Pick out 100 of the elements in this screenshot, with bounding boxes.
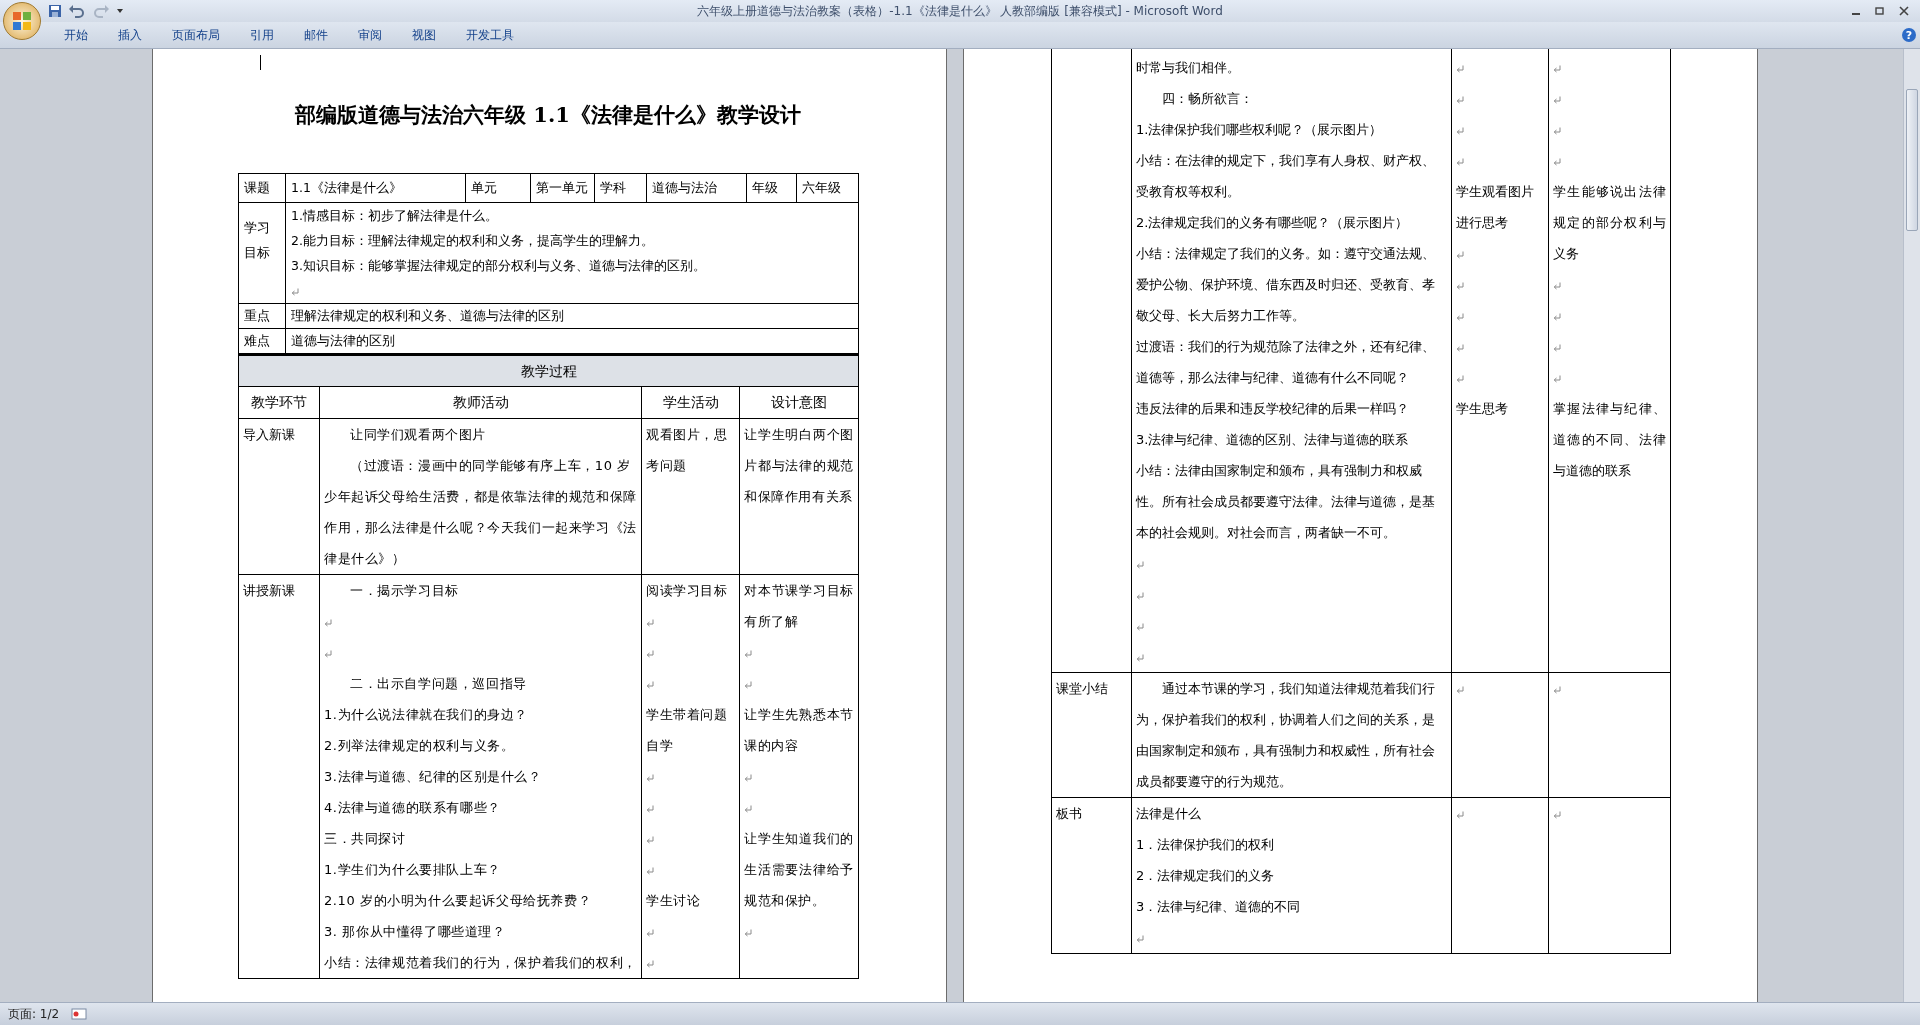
paragraph-mark-icon [1136, 560, 1144, 569]
student-activity-text: 学生讨论 [646, 892, 702, 910]
paragraph-mark-icon [1553, 64, 1561, 73]
page-count: 页面: 1/2 [8, 1005, 60, 1023]
teacher-activity-text: 小结：法律由国家制定和颁布，具有强制力和权威性。所有社会成员都要遵守法律。法律与道德，是基本的社会规则。对社会而言，两者缺一不可。 [1136, 462, 1436, 542]
teacher-activity-text: 过渡语：我们的行为规范除了法律之外，还有纪律、道德等，那么法律与纪律、道德有什么不同呢？ [1136, 338, 1436, 387]
paragraph-mark-icon [1553, 281, 1561, 290]
paragraph-mark-icon [646, 680, 654, 689]
section-header: 教学过程 [238, 355, 859, 387]
stage-label: 板书 [1056, 806, 1082, 821]
design-intent-text: 让学生知道我们的生活需要法律给予规范和保护。 [744, 830, 854, 910]
window-title: 六年级上册道德与法治教案（表格）-1.1《法律是什么》 人教部编版 [兼容模式] - Microsoft Word [697, 2, 1223, 20]
table-cell-text: 课题 [244, 180, 270, 195]
paragraph-mark-icon [1553, 374, 1561, 383]
teacher-activity-text: 法律是什么 [1136, 805, 1202, 823]
paragraph-mark-icon [1553, 95, 1561, 104]
paragraph-mark-icon [744, 649, 752, 658]
teacher-activity-text: 四：畅所欲言： [1161, 90, 1254, 108]
table-cell-text: 年级 [752, 180, 778, 195]
paragraph-mark-icon [744, 928, 752, 937]
stage-label: 课堂小结 [1056, 681, 1108, 696]
teacher-activity-text: 违反法律的后果和违反学校纪律的后果一样吗？ [1136, 400, 1410, 418]
teacher-activity-text: 2.10 岁的小明为什么要起诉父母给抚养费？ [324, 892, 593, 910]
column-header: 学生活动 [662, 394, 719, 410]
table-cell-text: 第一单元 [536, 180, 588, 195]
paragraph-mark-icon [646, 773, 654, 782]
teacher-activity-text: 2.法律规定我们的义务有哪些呢？（展示图片） [1136, 214, 1410, 232]
teacher-activity-text: 让同学们观看两个图片 [349, 426, 487, 444]
student-activity-text: 阅读学习目标 [646, 582, 729, 600]
objective-text: 2.能力目标：理解法律规定的权利和义务，提高学生的理解力。 [291, 232, 655, 250]
student-activity-text: 学生观看图片进行思考 [1456, 183, 1535, 232]
paragraph-mark-icon [1456, 64, 1464, 73]
scroll-thumb[interactable] [1906, 89, 1918, 231]
paragraph-mark-icon [1553, 157, 1561, 166]
office-button[interactable] [3, 2, 41, 40]
objective-text: 1.情感目标：初步了解法律是什么。 [291, 207, 499, 225]
help-button[interactable]: ? [1902, 28, 1916, 42]
ribbon-tab[interactable]: 审阅 [344, 24, 396, 46]
teacher-activity-text: 4.法律与道德的联系有哪些？ [324, 799, 502, 817]
paragraph-mark-icon [646, 928, 654, 937]
ribbon-tab[interactable]: 引用 [236, 24, 288, 46]
vertical-scrollbar[interactable] [1903, 49, 1920, 1002]
row-label: 重点 [244, 308, 270, 323]
teacher-activity-text: 2.列举法律规定的权利与义务。 [324, 737, 516, 755]
document-heading: 部编版道德与法治六年级 1.1《法律是什么》教学设计 [293, 101, 802, 129]
teacher-activity-text: 一．揭示学习目标 [349, 582, 460, 600]
table-cell-text: 学科 [600, 180, 626, 195]
paragraph-mark-icon [1553, 685, 1561, 694]
paragraph-mark-icon [1136, 934, 1144, 943]
paragraph-mark-icon [324, 618, 332, 627]
paragraph-mark-icon [1456, 95, 1464, 104]
ribbon-tab[interactable]: 开始 [50, 24, 102, 46]
paragraph-mark-icon [1553, 126, 1561, 135]
teacher-activity-text: 3.法律与道德、纪律的区别是什么？ [324, 768, 543, 786]
paragraph-mark-icon [646, 804, 654, 813]
table-cell-text: 六年级 [802, 180, 841, 195]
column-header: 设计意图 [771, 394, 827, 410]
paragraph-mark-icon [1136, 622, 1144, 631]
paragraph-mark-icon [1456, 157, 1464, 166]
teacher-activity-text: 通过本节课的学习，我们知道法律规范着我们行为，保护着我们的权利，协调着人们之间的关系，是由国家制定和颁布，具有强制力和权威性，所有社会成员都要遵守的行为规范。 [1136, 680, 1436, 791]
teacher-activity-text: 时常与我们相伴。 [1136, 59, 1241, 77]
paragraph-mark-icon [1456, 374, 1464, 383]
undo-icon[interactable] [68, 4, 86, 18]
paragraph-mark-icon [1456, 250, 1464, 259]
paragraph-mark-icon [324, 649, 332, 658]
paragraph-mark-icon [1553, 343, 1561, 352]
macro-record-icon[interactable] [71, 1008, 88, 1020]
dropdown-icon[interactable] [116, 7, 124, 15]
paragraph-mark-icon [1456, 312, 1464, 321]
design-intent-text: 让学生先熟悉本节课的内容 [744, 706, 854, 755]
office-logo-icon [11, 10, 33, 32]
teacher-activity-text: 二．出示自学问题，巡回指导 [349, 675, 528, 693]
student-activity-text: 学生思考 [1456, 400, 1509, 418]
paragraph-mark-icon [1456, 685, 1464, 694]
teacher-activity-text: 小结：法律规范着我们的行为，保护着我们的权利， [324, 954, 637, 972]
ribbon-tab[interactable]: 视图 [398, 24, 450, 46]
stage-label: 导入新课 [243, 427, 295, 442]
design-intent-text: 让学生明白两个图片都与法律的规范和保障作用有关系 [744, 426, 854, 506]
table-cell-text: 道德与法治 [652, 180, 717, 195]
table-cell-text: 单元 [471, 180, 497, 195]
teacher-activity-text: 1.学生们为什么要排队上车？ [324, 861, 502, 879]
student-activity-text: 学生带着问题自学 [646, 706, 729, 755]
teacher-activity-text: 3. 那你从中懂得了哪些道理？ [324, 923, 507, 941]
teacher-activity-text: 1.法律保护我们哪些权利呢？（展示图片） [1136, 121, 1384, 139]
ribbon-tab[interactable]: 插入 [104, 24, 156, 46]
paragraph-mark-icon [1136, 653, 1144, 662]
design-intent-text: 掌握法律与纪律、道德的不同、法律与道德的联系 [1553, 400, 1666, 480]
column-header: 教学环节 [251, 394, 307, 410]
paragraph-mark-icon [1553, 312, 1561, 321]
ribbon-tab[interactable]: 邮件 [290, 24, 342, 46]
paragraph-mark-icon [744, 680, 752, 689]
difficulty-text: 道德与法律的区别 [291, 333, 395, 348]
save-icon[interactable] [48, 4, 62, 18]
ribbon-tab[interactable]: 页面布局 [158, 24, 234, 46]
ribbon-tab[interactable]: 开发工具 [452, 24, 528, 46]
teacher-activity-text: 三．共同探讨 [324, 830, 407, 848]
paragraph-mark-icon [744, 773, 752, 782]
paragraph-mark-icon [646, 835, 654, 844]
paragraph-mark-icon [1553, 810, 1561, 819]
teacher-activity-text: 3.法律与纪律、道德的区别、法律与道德的联系 [1136, 431, 1410, 449]
